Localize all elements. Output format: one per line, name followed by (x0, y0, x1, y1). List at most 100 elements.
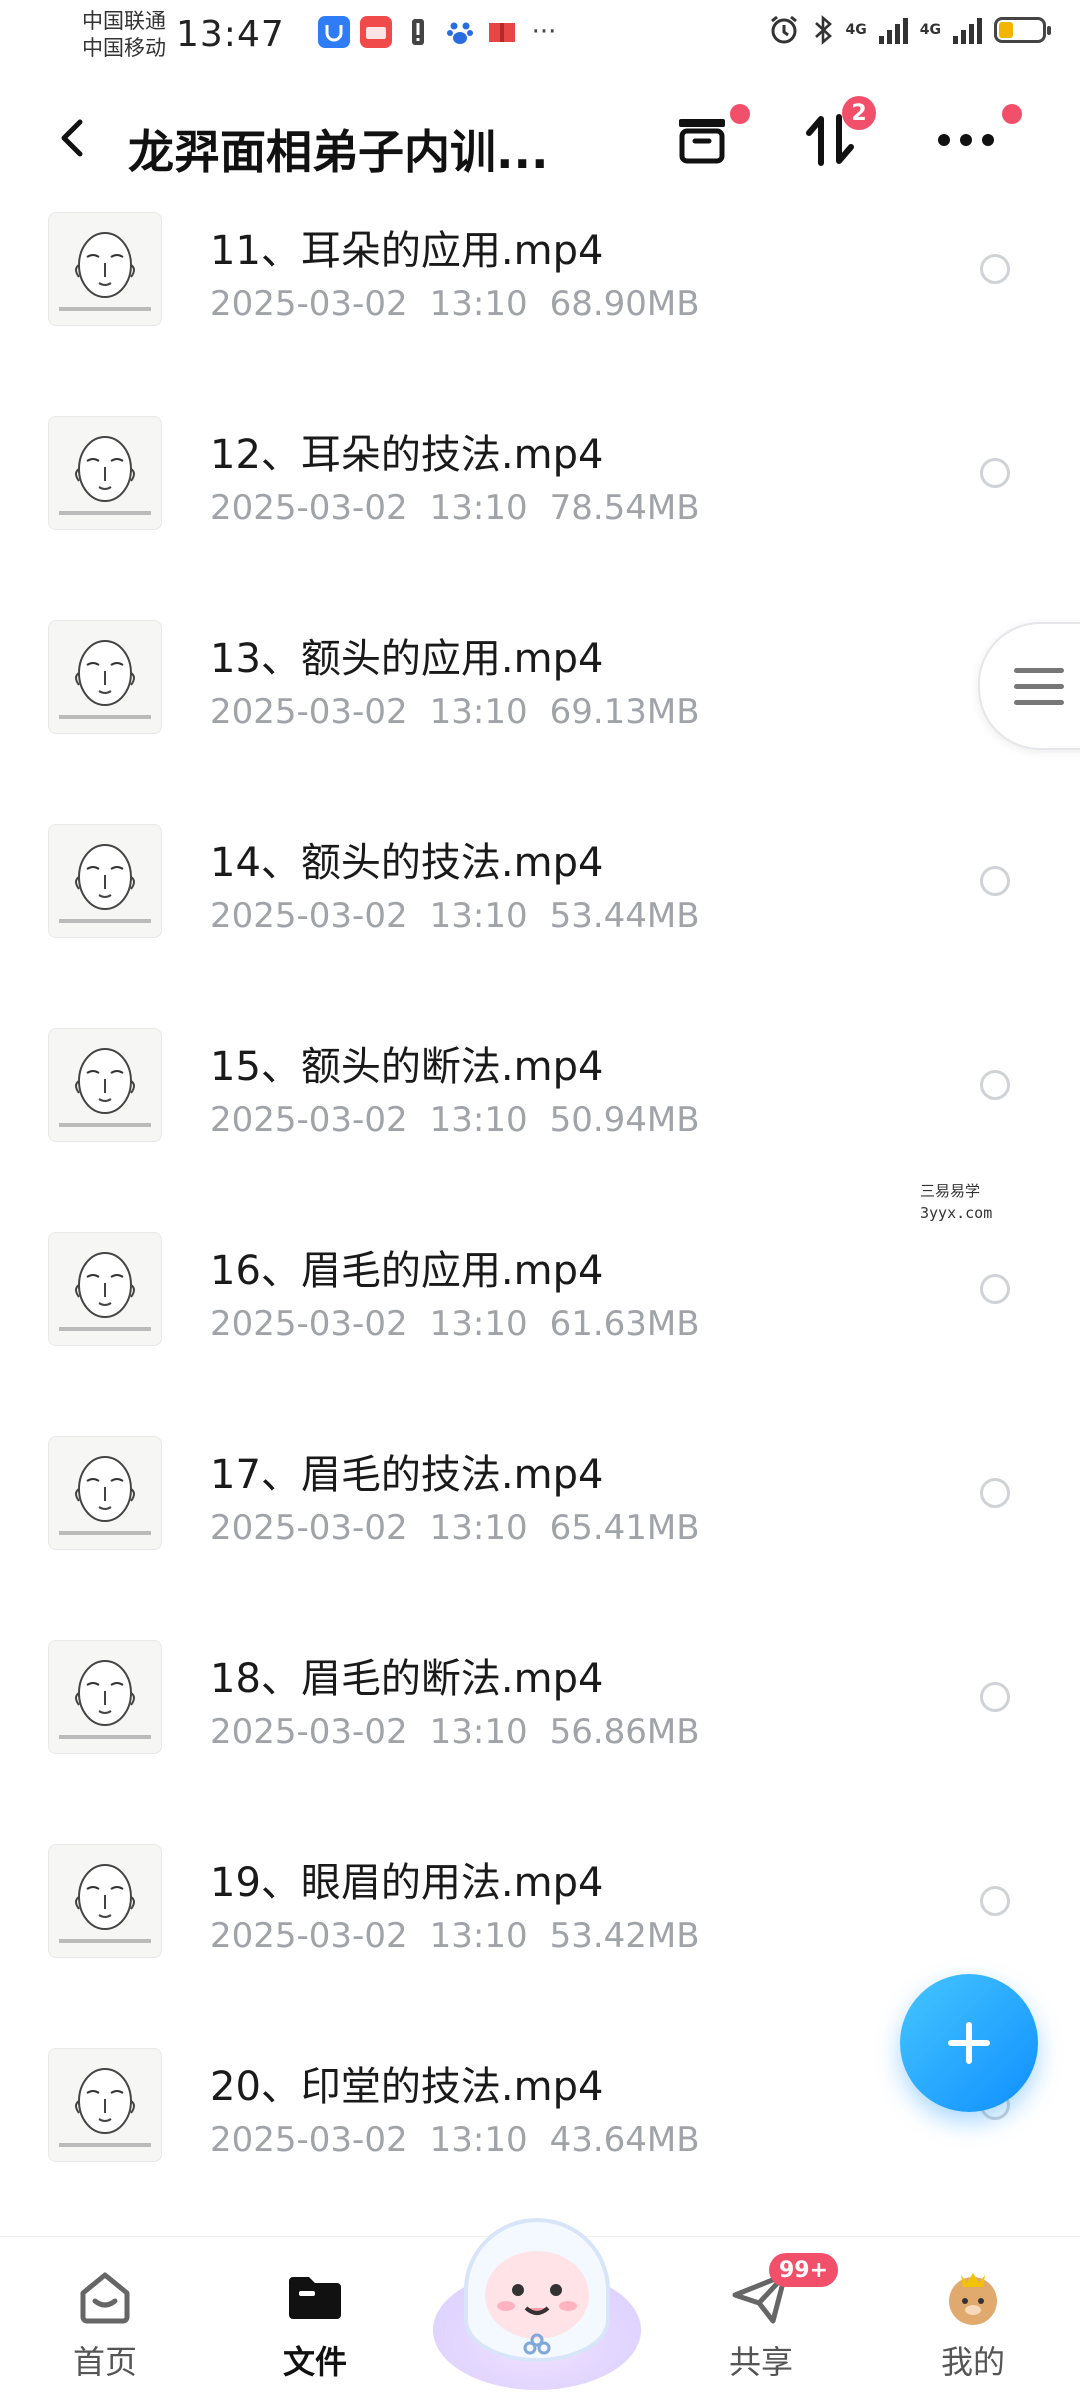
file-meta: 2025-03-02 13:10 53.42MB (210, 1916, 700, 1956)
folder-icon (283, 2265, 347, 2329)
page-title: 龙羿面相弟子内训... (128, 125, 549, 179)
select-radio[interactable] (980, 1478, 1010, 1508)
add-fab-button[interactable] (900, 1974, 1038, 2112)
file-row[interactable]: 11、耳朵的应用.mp4 2025-03-02 13:10 68.90MB (0, 200, 1080, 404)
select-radio[interactable] (980, 866, 1010, 896)
video-thumbnail (48, 1640, 162, 1754)
nav-files-label: 文件 (282, 2343, 347, 2381)
archive-button[interactable] (662, 100, 750, 180)
file-time: 13:10 (429, 1916, 528, 1956)
file-name: 11、耳朵的应用.mp4 (210, 228, 604, 274)
nav-files[interactable]: 文件 (250, 2265, 380, 2383)
file-size: 65.41MB (549, 1508, 700, 1548)
file-date: 2025-03-02 (210, 1304, 408, 1344)
book-app-icon (486, 16, 518, 48)
file-size: 61.63MB (549, 1304, 700, 1344)
more-dot-badge (1002, 104, 1022, 124)
nav-home-label: 首页 (72, 2343, 137, 2381)
video-thumbnail (48, 1232, 162, 1346)
file-date: 2025-03-02 (210, 1100, 408, 1140)
file-date: 2025-03-02 (210, 692, 408, 732)
select-radio[interactable] (980, 458, 1010, 488)
file-size: 53.42MB (549, 1916, 700, 1956)
file-date: 2025-03-02 (210, 1508, 408, 1548)
watermark-line-1: 三易易学 (920, 1182, 981, 1200)
video-thumbnail (48, 1436, 162, 1550)
network-type-1: 4G (845, 22, 867, 38)
file-time: 13:10 (429, 1304, 528, 1344)
video-thumbnail (48, 416, 162, 530)
signal-strength-2-icon (953, 16, 982, 44)
file-row[interactable]: 15、额头的断法.mp4 2025-03-02 13:10 50.94MB (0, 1016, 1080, 1220)
select-radio[interactable] (980, 1070, 1010, 1100)
file-size: 78.54MB (549, 488, 700, 528)
file-name: 20、印堂的技法.mp4 (210, 2064, 604, 2110)
nav-mine-label: 我的 (940, 2343, 1005, 2381)
file-time: 13:10 (429, 1100, 528, 1140)
mascot-ai-button[interactable] (426, 2180, 648, 2390)
carrier-names: 中国联通 中国移动 (82, 8, 166, 62)
file-row[interactable]: 17、眉毛的技法.mp4 2025-03-02 13:10 65.41MB (0, 1424, 1080, 1628)
select-radio[interactable] (980, 254, 1010, 284)
nav-mine[interactable]: 我的 (908, 2265, 1038, 2383)
file-time: 13:10 (429, 896, 528, 936)
chevron-left-icon (61, 119, 83, 157)
carrier-2: 中国移动 (82, 36, 166, 60)
file-date: 2025-03-02 (210, 1712, 408, 1752)
file-name: 14、额头的技法.mp4 (210, 840, 604, 886)
home-icon (73, 2265, 137, 2329)
file-meta: 2025-03-02 13:10 50.94MB (210, 1100, 700, 1140)
more-options-button[interactable] (926, 100, 1022, 180)
app-notification-icon (318, 16, 350, 48)
more-dots-icon (938, 134, 994, 146)
video-thumbnail (48, 1844, 162, 1958)
select-radio[interactable] (980, 1682, 1010, 1712)
file-size: 56.86MB (549, 1712, 700, 1752)
file-row[interactable]: 14、额头的技法.mp4 2025-03-02 13:10 53.44MB (0, 812, 1080, 1016)
file-row[interactable]: 16、眉毛的应用.mp4 2025-03-02 13:10 61.63MB (0, 1220, 1080, 1424)
file-row[interactable]: 13、额头的应用.mp4 2025-03-02 13:10 69.13MB (0, 608, 1080, 812)
video-thumbnail (48, 2048, 162, 2162)
video-thumbnail (48, 212, 162, 326)
nav-home[interactable]: 首页 (40, 2265, 170, 2383)
file-date: 2025-03-02 (210, 488, 408, 528)
share-count-badge: 99+ (769, 2253, 839, 2287)
file-time: 13:10 (429, 692, 528, 732)
transfer-button[interactable]: 2 (790, 96, 876, 180)
header-bar: 龙羿面相弟子内训... 2 (0, 80, 1080, 210)
file-size: 50.94MB (549, 1100, 700, 1140)
alert-icon (402, 16, 434, 48)
signal-strength-1-icon (878, 16, 908, 44)
plus-icon (948, 2022, 990, 2064)
paw-app-icon (444, 16, 476, 48)
file-meta: 2025-03-02 13:10 56.86MB (210, 1712, 700, 1752)
file-size: 53.44MB (549, 896, 700, 936)
file-time: 13:10 (429, 284, 528, 324)
avatar (941, 2265, 1005, 2329)
select-radio[interactable] (980, 1886, 1010, 1916)
file-date: 2025-03-02 (210, 2120, 408, 2160)
more-notifications-icon: ··· (531, 17, 557, 47)
file-size: 69.13MB (549, 692, 700, 732)
network-type-2: 4G (919, 22, 941, 38)
status-time: 13:47 (176, 14, 285, 55)
nav-share[interactable]: 99+ 共享 (696, 2253, 839, 2383)
status-bar: 中国联通 中国移动 13:47 ··· 4G 4G (0, 0, 1080, 72)
file-row[interactable]: 18、眉毛的断法.mp4 2025-03-02 13:10 56.86MB (0, 1628, 1080, 1832)
shopping-app-icon (360, 16, 392, 48)
file-list: 11、耳朵的应用.mp4 2025-03-02 13:10 68.90MB 12、耳朵的… (0, 200, 1080, 2230)
file-meta: 2025-03-02 13:10 68.90MB (210, 284, 700, 324)
file-row[interactable]: 12、耳朵的技法.mp4 2025-03-02 13:10 78.54MB (0, 404, 1080, 608)
select-radio[interactable] (980, 1274, 1010, 1304)
carrier-1: 中国联通 (82, 9, 166, 33)
file-time: 13:10 (429, 1712, 528, 1752)
nav-share-label: 共享 (728, 2343, 793, 2381)
file-size: 43.64MB (549, 2120, 700, 2160)
archive-icon (679, 119, 725, 164)
file-meta: 2025-03-02 13:10 43.64MB (210, 2120, 700, 2160)
file-date: 2025-03-02 (210, 1916, 408, 1956)
file-time: 13:10 (429, 2120, 528, 2160)
mascot-icon (433, 2218, 641, 2390)
back-button[interactable] (44, 108, 104, 168)
alarm-icon (770, 15, 797, 44)
